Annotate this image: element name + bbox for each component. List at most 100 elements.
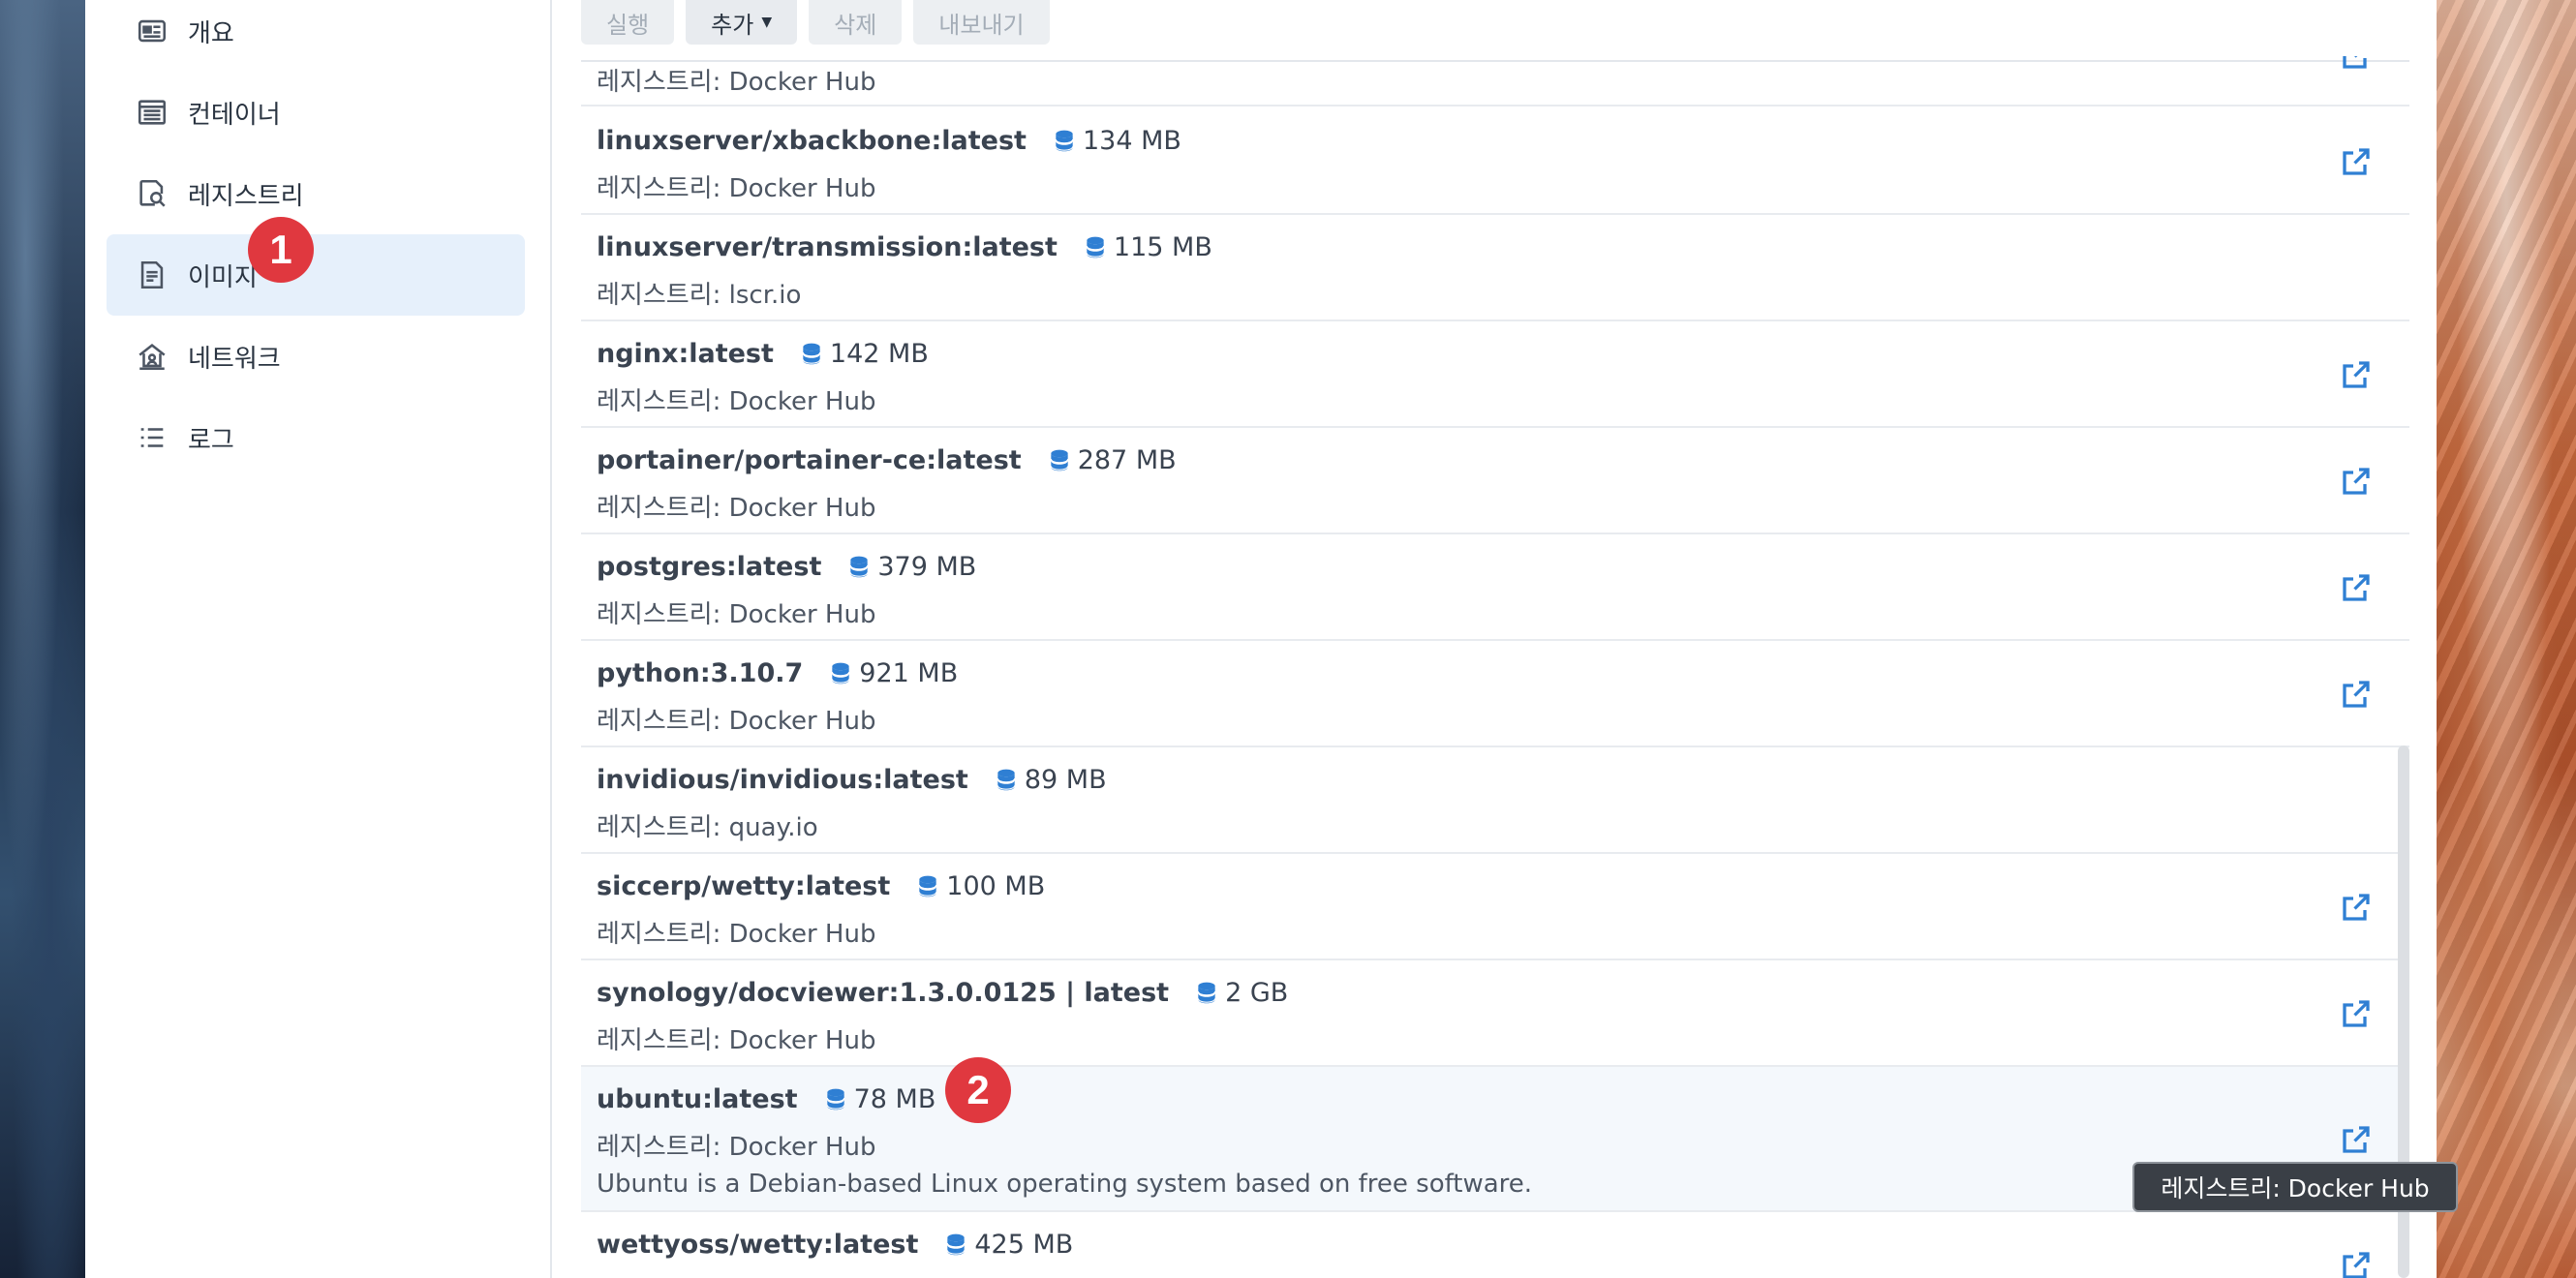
desktop-background-left: [0, 0, 85, 1278]
image-name-text: siccerp/wetty:latest: [597, 871, 891, 901]
annotation-badge-1: 1: [248, 217, 314, 283]
add-dropdown-button[interactable]: 추가 ▼: [686, 0, 798, 45]
row-registry: 레지스트리: Docker Hub: [597, 1272, 875, 1278]
image-size-text: 134 MB: [1082, 126, 1181, 156]
external-link-icon[interactable]: [2338, 143, 2375, 180]
container-list-icon: [134, 94, 170, 131]
image-name-text: linuxserver/transmission:latest: [597, 232, 1058, 262]
table-row[interactable]: linuxserver/transmission:latest 115 MB 레지스…: [581, 215, 2409, 321]
database-icon: [848, 555, 877, 580]
export-button-label: 내보내기: [938, 11, 1025, 39]
image-name: postgres:latest 379 MB: [597, 552, 976, 582]
external-link-icon[interactable]: [2338, 1247, 2375, 1278]
toolbar: 실행 추가 ▼ 삭제 내보내기: [581, 0, 1050, 45]
database-icon: [1049, 448, 1078, 473]
image-name-text: nginx:latest: [597, 339, 774, 369]
table-row[interactable]: wettyoss/wetty:latest 425 MB 레지스트리: Docker…: [581, 1212, 2409, 1278]
table-row-partial[interactable]: 레지스트리: Docker Hub: [581, 56, 2409, 106]
database-icon: [1196, 981, 1225, 1006]
sidebar-item-label: 로그: [188, 425, 234, 455]
sidebar-item-label: 개요: [188, 18, 234, 48]
sidebar-item-label: 이미지: [188, 262, 258, 292]
caret-down-icon: ▼: [761, 15, 773, 30]
overview-card-icon: [134, 13, 170, 49]
image-size: 89 MB: [996, 765, 1107, 795]
registry-search-icon: [134, 175, 170, 212]
image-doc-icon: [134, 257, 170, 293]
image-size-text: 78 MB: [853, 1084, 936, 1114]
image-name-text: wettyoss/wetty:latest: [597, 1230, 919, 1260]
database-icon: [1085, 235, 1114, 260]
external-link-icon[interactable]: [2338, 356, 2375, 393]
sidebar: 개요 컨테이너 레지스트리 이미지 네트워크 로그: [85, 0, 550, 1278]
sidebar-item-registry[interactable]: 레지스트리: [107, 153, 525, 234]
image-name-text: synology/docviewer:1.3.0.0125 | latest: [597, 978, 1170, 1008]
image-size-text: 89 MB: [1024, 765, 1107, 795]
table-row[interactable]: siccerp/wetty:latest 100 MB 레지스트리: Docker …: [581, 854, 2409, 960]
image-size: 2 GB: [1196, 978, 1288, 1008]
table-row[interactable]: invidious/invidious:latest 89 MB 레지스트리: qu…: [581, 747, 2409, 854]
image-size-text: 425 MB: [974, 1230, 1074, 1260]
sidebar-item-overview[interactable]: 개요: [107, 0, 525, 72]
image-size: 142 MB: [801, 339, 929, 369]
sidebar-item-images[interactable]: 이미지: [107, 234, 525, 316]
add-button-label: 추가: [711, 11, 754, 39]
image-name-text: postgres:latest: [597, 552, 822, 582]
image-name: ubuntu:latest 78 MB: [597, 1084, 935, 1114]
external-link-icon[interactable]: [2338, 569, 2375, 606]
image-name: siccerp/wetty:latest 100 MB: [597, 871, 1045, 901]
external-link-icon[interactable]: [2338, 676, 2375, 713]
external-link-icon[interactable]: [2338, 889, 2375, 926]
external-link-icon[interactable]: [2338, 995, 2375, 1032]
image-name: invidious/invidious:latest 89 MB: [597, 765, 1107, 795]
row-registry: 레지스트리: lscr.io: [597, 281, 802, 310]
image-size-text: 921 MB: [859, 658, 959, 688]
database-icon: [1054, 129, 1083, 154]
image-size-text: 287 MB: [1077, 445, 1177, 475]
image-list-panel: 실행 추가 ▼ 삭제 내보내기 레지스트리: Docker Hub linuxse…: [550, 0, 2437, 1278]
image-name-text: ubuntu:latest: [597, 1084, 798, 1114]
row-registry: 레지스트리: Docker Hub: [597, 707, 876, 736]
row-registry: 레지스트리: Docker Hub: [597, 1133, 876, 1162]
delete-button-label: 삭제: [834, 11, 877, 39]
row-registry: 레지스트리: Docker Hub: [597, 920, 876, 949]
table-row[interactable]: portainer/portainer-ce:latest 287 MB 레지스트리…: [581, 428, 2409, 534]
sidebar-item-label: 네트워크: [188, 344, 281, 374]
table-row[interactable]: linuxserver/xbackbone:latest 134 MB 레지스트리:…: [581, 108, 2409, 215]
sidebar-item-network[interactable]: 네트워크: [107, 316, 525, 397]
delete-button[interactable]: 삭제: [809, 0, 903, 45]
sidebar-item-log[interactable]: 로그: [107, 397, 525, 478]
external-link-icon[interactable]: [2338, 56, 2375, 76]
image-size: 78 MB: [825, 1084, 936, 1114]
sidebar-item-containers[interactable]: 컨테이너: [107, 72, 525, 153]
database-icon: [996, 768, 1025, 793]
database-icon: [825, 1087, 854, 1112]
table-row[interactable]: synology/docviewer:1.3.0.0125 | latest 2 …: [581, 960, 2409, 1067]
table-row[interactable]: nginx:latest 142 MB 레지스트리: Docker Hub: [581, 321, 2409, 428]
image-name: wettyoss/wetty:latest 425 MB: [597, 1230, 1073, 1260]
image-name-text: portainer/portainer-ce:latest: [597, 445, 1022, 475]
image-size: 379 MB: [848, 552, 976, 582]
image-size: 287 MB: [1049, 445, 1177, 475]
desktop-background-right: [2437, 0, 2576, 1278]
image-name-text: python:3.10.7: [597, 658, 804, 688]
table-row[interactable]: postgres:latest 379 MB 레지스트리: Docker Hub: [581, 534, 2409, 641]
container-manager-window: 개요 컨테이너 레지스트리 이미지 네트워크 로그 실행 추가 ▼ 삭제 내보내…: [85, 0, 2437, 1278]
run-button[interactable]: 실행: [581, 0, 675, 45]
image-size: 134 MB: [1054, 126, 1181, 156]
image-name: synology/docviewer:1.3.0.0125 | latest 2 …: [597, 978, 1288, 1008]
image-name-text: linuxserver/xbackbone:latest: [597, 126, 1027, 156]
external-link-icon[interactable]: [2338, 463, 2375, 500]
table-row[interactable]: python:3.10.7 921 MB 레지스트리: Docker Hub: [581, 641, 2409, 747]
image-size-text: 100 MB: [946, 871, 1046, 901]
image-name: portainer/portainer-ce:latest 287 MB: [597, 445, 1177, 475]
export-button[interactable]: 내보내기: [913, 0, 1050, 45]
image-name: python:3.10.7 921 MB: [597, 658, 958, 688]
row-registry: 레지스트리: Docker Hub: [597, 387, 876, 416]
external-link-icon[interactable]: [2338, 1121, 2375, 1158]
image-name: linuxserver/xbackbone:latest 134 MB: [597, 126, 1181, 156]
database-icon: [945, 1232, 974, 1258]
database-icon: [801, 342, 830, 367]
network-house-icon: [134, 338, 170, 375]
row-registry: 레지스트리: quay.io: [597, 813, 818, 842]
